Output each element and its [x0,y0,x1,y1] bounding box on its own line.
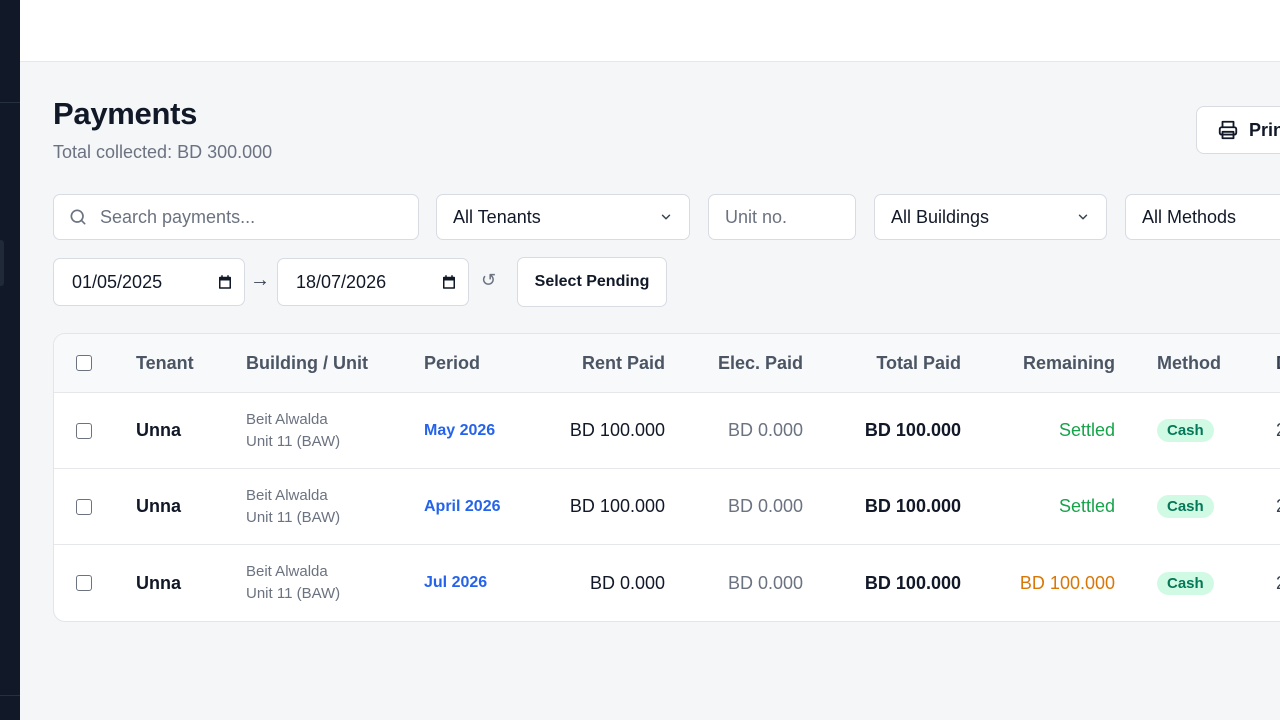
remaining: BD 100.000 [1019,572,1115,593]
header-date[interactable]: D [1276,334,1280,392]
elec-paid: BD 0.000 [727,496,803,516]
rent-paid: BD 0.000 [589,572,665,593]
sidebar-active-indicator[interactable] [0,240,4,286]
period-link[interactable]: Jul 2026 [424,545,534,621]
header-building-unit[interactable]: Building / Unit [246,334,416,392]
print-button-label: Print [1249,119,1280,140]
select-pending-button[interactable]: Select Pending [517,257,667,307]
total-paid: BD 100.000 [864,496,961,516]
calendar-icon[interactable] [440,273,458,291]
printer-icon [1218,120,1238,140]
building-select-value: All Buildings [891,206,990,227]
unit-input[interactable] [725,206,835,228]
unit-field[interactable] [708,194,856,240]
header-period[interactable]: Period [424,334,534,392]
search-input[interactable] [100,206,390,228]
reset-icon[interactable]: ↺ [481,270,496,291]
date-to-input[interactable]: 18/07/2026 [277,258,469,306]
tenant-select[interactable]: All Tenants [436,194,690,240]
table-row[interactable]: Unna Beit Alwalda Unit 11 (BAW) April 20… [54,469,1280,545]
tenant-name: Unna [136,572,181,593]
unit-name: Unit 11 (BAW) [246,508,341,526]
main-content: Payments Total collected: BD 300.000 Pri… [20,62,1280,720]
table-row[interactable]: Unna Beit Alwalda Unit 11 (BAW) Jul 2026… [54,545,1280,621]
total-paid: BD 100.000 [864,572,961,593]
tenant-name: Unna [136,420,181,440]
page-title: Payments [53,96,198,131]
method-select-value: All Methods [1142,206,1237,227]
building-name: Beit Alwalda [246,563,328,580]
chevron-down-icon [661,214,671,220]
row-checkbox[interactable] [76,422,92,439]
total-collected: Total collected: BD 300.000 [53,142,273,162]
remaining: Settled [1058,420,1115,440]
header-tenant[interactable]: Tenant [136,334,236,392]
header-total-paid[interactable]: Total Paid [814,334,961,392]
rent-paid: BD 100.000 [569,496,665,516]
building-unit: Beit Alwalda Unit 11 (BAW) [246,469,416,544]
sidebar [0,0,20,720]
building-unit: Beit Alwalda Unit 11 (BAW) [246,545,416,621]
tenant-name: Unna [136,496,181,516]
search-field[interactable] [53,194,419,240]
building-name: Beit Alwalda [246,410,328,428]
date-from-value: 01/05/2025 [72,271,163,292]
top-bar [20,0,1280,62]
sidebar-divider [0,695,20,696]
tenant-select-value: All Tenants [453,206,541,227]
date-cell: 2 [1276,545,1280,621]
remaining: Settled [1058,496,1115,516]
total-paid: BD 100.000 [864,420,961,440]
unit-name: Unit 11 (BAW) [246,432,341,450]
row-checkbox[interactable] [76,575,92,591]
table-header: Tenant Building / Unit Period Rent Paid … [54,334,1280,393]
print-button[interactable]: Print [1196,106,1280,154]
elec-paid: BD 0.000 [727,420,803,440]
date-from-input[interactable]: 01/05/2025 [53,258,245,306]
building-unit: Beit Alwalda Unit 11 (BAW) [246,393,416,468]
method-badge: Cash [1157,419,1214,442]
calendar-icon[interactable] [216,273,234,291]
period-link[interactable]: May 2026 [424,393,534,468]
header-elec-paid[interactable]: Elec. Paid [679,334,803,392]
building-select[interactable]: All Buildings [874,194,1107,240]
building-name: Beit Alwalda [246,486,328,504]
payments-table: Tenant Building / Unit Period Rent Paid … [53,333,1280,622]
date-cell: 2 [1276,393,1280,468]
date-cell: 2 [1276,469,1280,544]
sidebar-divider [0,102,20,103]
search-icon [70,209,86,225]
select-all-checkbox[interactable] [76,355,92,371]
row-checkbox[interactable] [76,498,92,515]
table-row[interactable]: Unna Beit Alwalda Unit 11 (BAW) May 2026… [54,393,1280,469]
date-to-value: 18/07/2026 [296,271,387,292]
method-badge: Cash [1157,495,1214,518]
rent-paid: BD 100.000 [569,420,665,440]
method-select[interactable]: All Methods [1125,194,1280,240]
header-remaining[interactable]: Remaining [969,334,1115,392]
method-badge: Cash [1157,571,1214,595]
date-range-arrow: → [250,269,270,291]
period-link[interactable]: April 2026 [424,469,534,544]
header-rent-paid[interactable]: Rent Paid [544,334,665,392]
header-method[interactable]: Method [1157,334,1247,392]
chevron-down-icon [1078,214,1088,220]
unit-name: Unit 11 (BAW) [246,585,341,602]
elec-paid: BD 0.000 [727,572,803,593]
